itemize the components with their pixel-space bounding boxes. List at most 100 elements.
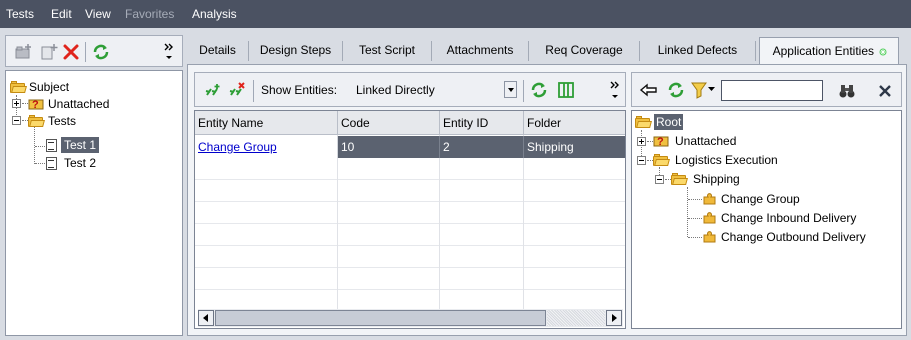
column-header-code[interactable]: Code	[338, 111, 440, 135]
tree-node-change-group[interactable]: Change Group	[702, 191, 842, 207]
filter-icon[interactable]	[690, 81, 708, 99]
tab-design-steps[interactable]: Design Steps	[249, 35, 342, 65]
unlink-entity-icon[interactable]	[228, 81, 246, 99]
horizontal-scrollbar[interactable]	[198, 309, 623, 327]
menu-view[interactable]: View	[85, 7, 111, 21]
refresh-icon[interactable]	[530, 81, 548, 99]
folder-open-icon	[671, 173, 688, 185]
tree-node-label: Subject	[29, 80, 70, 94]
menu-edit[interactable]: Edit	[51, 7, 72, 21]
collapse-toggle[interactable]	[637, 156, 646, 165]
search-input[interactable]	[721, 80, 823, 101]
entity-icon	[703, 212, 716, 224]
chevron-down-icon[interactable]	[504, 81, 517, 98]
menu-analysis[interactable]: Analysis	[192, 7, 237, 21]
delete-icon[interactable]	[62, 43, 80, 61]
tree-node-subject[interactable]: Subject	[10, 79, 180, 95]
new-test-icon[interactable]	[40, 43, 58, 61]
tab-attachments[interactable]: Attachments	[432, 35, 528, 65]
tree-node-shipping[interactable]: Shipping	[671, 171, 771, 187]
tree-node-change-outbound-delivery[interactable]: Change Outbound Delivery	[702, 229, 897, 245]
scroll-right-arrow[interactable]	[606, 310, 622, 326]
toolbar-separator	[85, 42, 86, 62]
test-plan-tree: Subject ? Unattached Tests Test 1 Test 2	[5, 70, 183, 336]
tree-connector	[688, 237, 702, 238]
tree-connector	[35, 146, 45, 147]
scrollbar-track[interactable]	[547, 310, 605, 326]
more-chevron-icon[interactable]	[608, 79, 622, 103]
tab-req-coverage[interactable]: Req Coverage	[529, 35, 639, 65]
tab-linked-defects[interactable]: Linked Defects	[640, 35, 755, 65]
tab-details[interactable]: Details	[187, 35, 248, 65]
menu-favorites[interactable]: Favorites	[125, 7, 174, 21]
filter-dropdown-icon[interactable]	[708, 87, 715, 93]
scroll-left-arrow[interactable]	[198, 310, 214, 326]
tab-test-script[interactable]: Test Script	[343, 35, 431, 65]
menu-bar: Tests Edit View Favorites Analysis	[0, 0, 911, 28]
select-columns-icon[interactable]	[557, 81, 575, 99]
row-divider	[195, 201, 625, 202]
table-row[interactable]: Change Group 10 2 Shipping	[195, 136, 625, 158]
scrollbar-thumb[interactable]	[215, 310, 546, 326]
tree-connector	[35, 163, 45, 164]
link-entity-icon[interactable]	[204, 81, 222, 99]
entities-toolbar: Show Entities: Linked Directly	[194, 72, 626, 107]
entity-icon	[703, 231, 716, 243]
row-divider	[195, 223, 625, 224]
column-header-entity-name[interactable]: Entity Name	[195, 111, 338, 135]
menu-tests[interactable]: Tests	[6, 7, 34, 21]
tree-node-label: Unattached	[48, 97, 110, 111]
new-folder-icon[interactable]	[15, 43, 33, 61]
tab-separator	[755, 41, 756, 61]
cell-entity-id: 2	[440, 136, 524, 158]
close-icon[interactable]	[876, 82, 894, 100]
tree-node-label-selected: Root	[654, 114, 684, 130]
row-divider	[195, 179, 625, 180]
expand-toggle[interactable]	[12, 99, 21, 108]
tree-node-label: Change Inbound Delivery	[721, 211, 857, 225]
folder-open-icon	[653, 154, 670, 166]
tree-node-unattached[interactable]: ? Unattached	[653, 133, 773, 149]
column-header-entity-id[interactable]: Entity ID	[440, 111, 524, 135]
tree-node-root[interactable]: Root	[635, 114, 695, 130]
tree-node-label: Test 2	[64, 156, 97, 170]
tab-label: Application Entities	[772, 44, 875, 58]
tree-connector	[688, 218, 702, 219]
refresh-icon[interactable]	[92, 43, 110, 61]
tree-node-change-inbound-delivery[interactable]: Change Inbound Delivery	[702, 210, 892, 226]
tree-node-label: Tests	[48, 114, 77, 128]
column-divider	[337, 135, 338, 313]
tree-node-logistics-execution[interactable]: Logistics Execution	[653, 152, 803, 168]
expand-toggle[interactable]	[637, 137, 646, 146]
more-chevron-icon[interactable]	[162, 41, 176, 63]
entity-tree: Root ? Unattached Logistics Execution Sh…	[631, 110, 902, 329]
tree-node-test-2[interactable]: Test 2	[46, 155, 106, 171]
tab-application-entities[interactable]: Application Entities	[759, 37, 899, 66]
tree-node-test-1[interactable]: Test 1	[46, 137, 106, 153]
cell-entity-name[interactable]: Change Group	[195, 136, 338, 158]
binoculars-icon[interactable]	[838, 82, 856, 100]
toolbar-separator	[253, 80, 254, 102]
folder-open-icon	[28, 115, 45, 127]
tree-node-unattached[interactable]: ? Unattached	[28, 96, 178, 112]
tree-node-label-selected: Test 1	[61, 137, 100, 153]
row-divider	[195, 267, 625, 268]
back-arrow-icon[interactable]	[639, 81, 659, 99]
tree-node-label: Change Group	[721, 192, 800, 206]
tree-node-label: Logistics Execution	[675, 153, 778, 167]
tree-node-label: Unattached	[675, 134, 737, 148]
test-plan-toolbar	[5, 35, 183, 67]
svg-text:?: ?	[32, 99, 39, 110]
collapse-toggle[interactable]	[655, 175, 664, 184]
test-icon	[46, 157, 57, 170]
show-entities-select[interactable]: Linked Directly	[354, 80, 522, 100]
cell-folder: Shipping	[524, 136, 625, 158]
collapse-toggle[interactable]	[12, 116, 21, 125]
tree-node-tests[interactable]: Tests	[28, 113, 178, 129]
refresh-icon[interactable]	[667, 81, 685, 99]
row-divider	[195, 245, 625, 246]
column-header-folder[interactable]: Folder	[524, 111, 625, 135]
svg-text:?: ?	[657, 136, 664, 147]
show-entities-label: Show Entities:	[261, 83, 338, 97]
entities-grid: Entity Name Code Entity ID Folder Change…	[194, 110, 626, 329]
